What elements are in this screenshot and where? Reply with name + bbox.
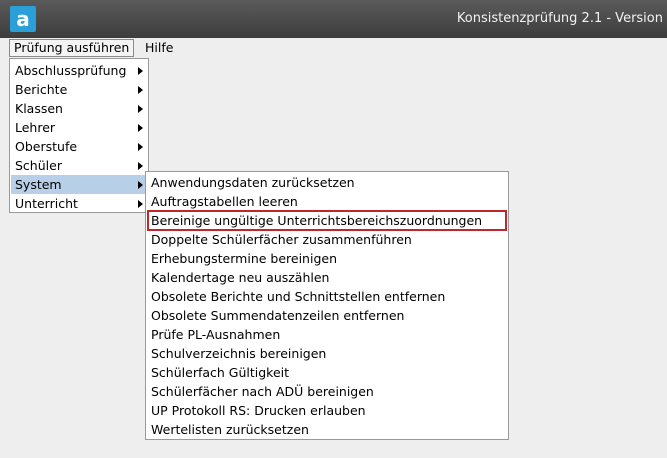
submenu-arrow-icon <box>138 105 143 113</box>
menu-item-abschlusspruefung[interactable]: Abschlussprüfung <box>11 61 147 80</box>
menu-item-berichte[interactable]: Berichte <box>11 80 147 99</box>
submenu-item-doppelte-schuelerfaecher[interactable]: Doppelte Schülerfächer zusammenführen <box>147 230 507 249</box>
submenu-item-erhebungstermine-bereinigen[interactable]: Erhebungstermine bereinigen <box>147 249 507 268</box>
menu-item-schueler[interactable]: Schüler <box>11 156 147 175</box>
submenu-item-schuelerfach-gueltigkeit[interactable]: Schülerfach Gültigkeit <box>147 363 507 382</box>
submenu-item-label: Bereinige ungültige Unterrichtsbereichsz… <box>151 213 483 228</box>
submenu-item-wertelisten-zuruecksetzen[interactable]: Wertelisten zurücksetzen <box>147 420 507 439</box>
submenu-arrow-icon <box>138 200 143 208</box>
menu-item-label: Schüler <box>15 158 62 173</box>
submenu-arrow-icon <box>138 181 143 189</box>
menu-item-label: Oberstufe <box>15 139 78 154</box>
submenu-arrow-icon <box>138 143 143 151</box>
menu-item-label: Lehrer <box>15 120 56 135</box>
submenu-item-kalendertage-neu-auszaehlen[interactable]: Kalendertage neu auszählen <box>147 268 507 287</box>
menu-item-label: Unterricht <box>15 196 78 211</box>
submenu-item-schuelerfaecher-adue[interactable]: Schülerfächer nach ADÜ bereinigen <box>147 382 507 401</box>
menu-hilfe[interactable]: Hilfe <box>141 39 177 57</box>
window-title: Konsistenzprüfung 2.1 - Version <box>456 11 663 26</box>
menu-item-label: System <box>15 177 62 192</box>
menu-item-label: Berichte <box>15 82 68 97</box>
submenu-item-obsolete-berichte[interactable]: Obsolete Berichte und Schnittstellen ent… <box>147 287 507 306</box>
submenu-item-schulverzeichnis-bereinigen[interactable]: Schulverzeichnis bereinigen <box>147 344 507 363</box>
submenu-item-pruefe-pl-ausnahmen[interactable]: Prüfe PL-Ausnahmen <box>147 325 507 344</box>
submenu-arrow-icon <box>138 67 143 75</box>
dropdown-menu: Abschlussprüfung Berichte Klassen Lehrer… <box>9 58 149 213</box>
submenu-arrow-icon <box>138 86 143 94</box>
submenu-item-auftragstabellen-leeren[interactable]: Auftragstabellen leeren <box>147 192 507 211</box>
menu-item-oberstufe[interactable]: Oberstufe <box>11 137 147 156</box>
app-icon-letter: a <box>16 7 30 31</box>
title-bar: a Konsistenzprüfung 2.1 - Version <box>0 0 667 38</box>
menu-pruefung-ausfuehren[interactable]: Prüfung ausführen <box>9 39 135 57</box>
menu-bar: Prüfung ausführen Hilfe <box>0 38 667 58</box>
menu-item-lehrer[interactable]: Lehrer <box>11 118 147 137</box>
submenu-arrow-icon <box>138 162 143 170</box>
menu-item-label: Klassen <box>15 101 63 116</box>
menu-item-label: Abschlussprüfung <box>15 63 127 78</box>
menu-item-klassen[interactable]: Klassen <box>11 99 147 118</box>
menu-item-system[interactable]: System <box>11 175 147 194</box>
menu-item-unterricht[interactable]: Unterricht <box>11 194 147 213</box>
submenu-item-up-protokoll-rs[interactable]: UP Protokoll RS: Drucken erlauben <box>147 401 507 420</box>
app-icon: a <box>10 6 36 32</box>
submenu-item-anwendungsdaten-zuruecksetzen[interactable]: Anwendungsdaten zurücksetzen <box>147 173 507 192</box>
submenu-item-bereinige-unterrichtsbereichszuordnungen[interactable]: Bereinige ungültige Unterrichtsbereichsz… <box>147 210 507 231</box>
system-submenu: Anwendungsdaten zurücksetzen Auftragstab… <box>145 171 509 440</box>
submenu-arrow-icon <box>138 124 143 132</box>
submenu-item-obsolete-summendatenzeilen[interactable]: Obsolete Summendatenzeilen entfernen <box>147 306 507 325</box>
